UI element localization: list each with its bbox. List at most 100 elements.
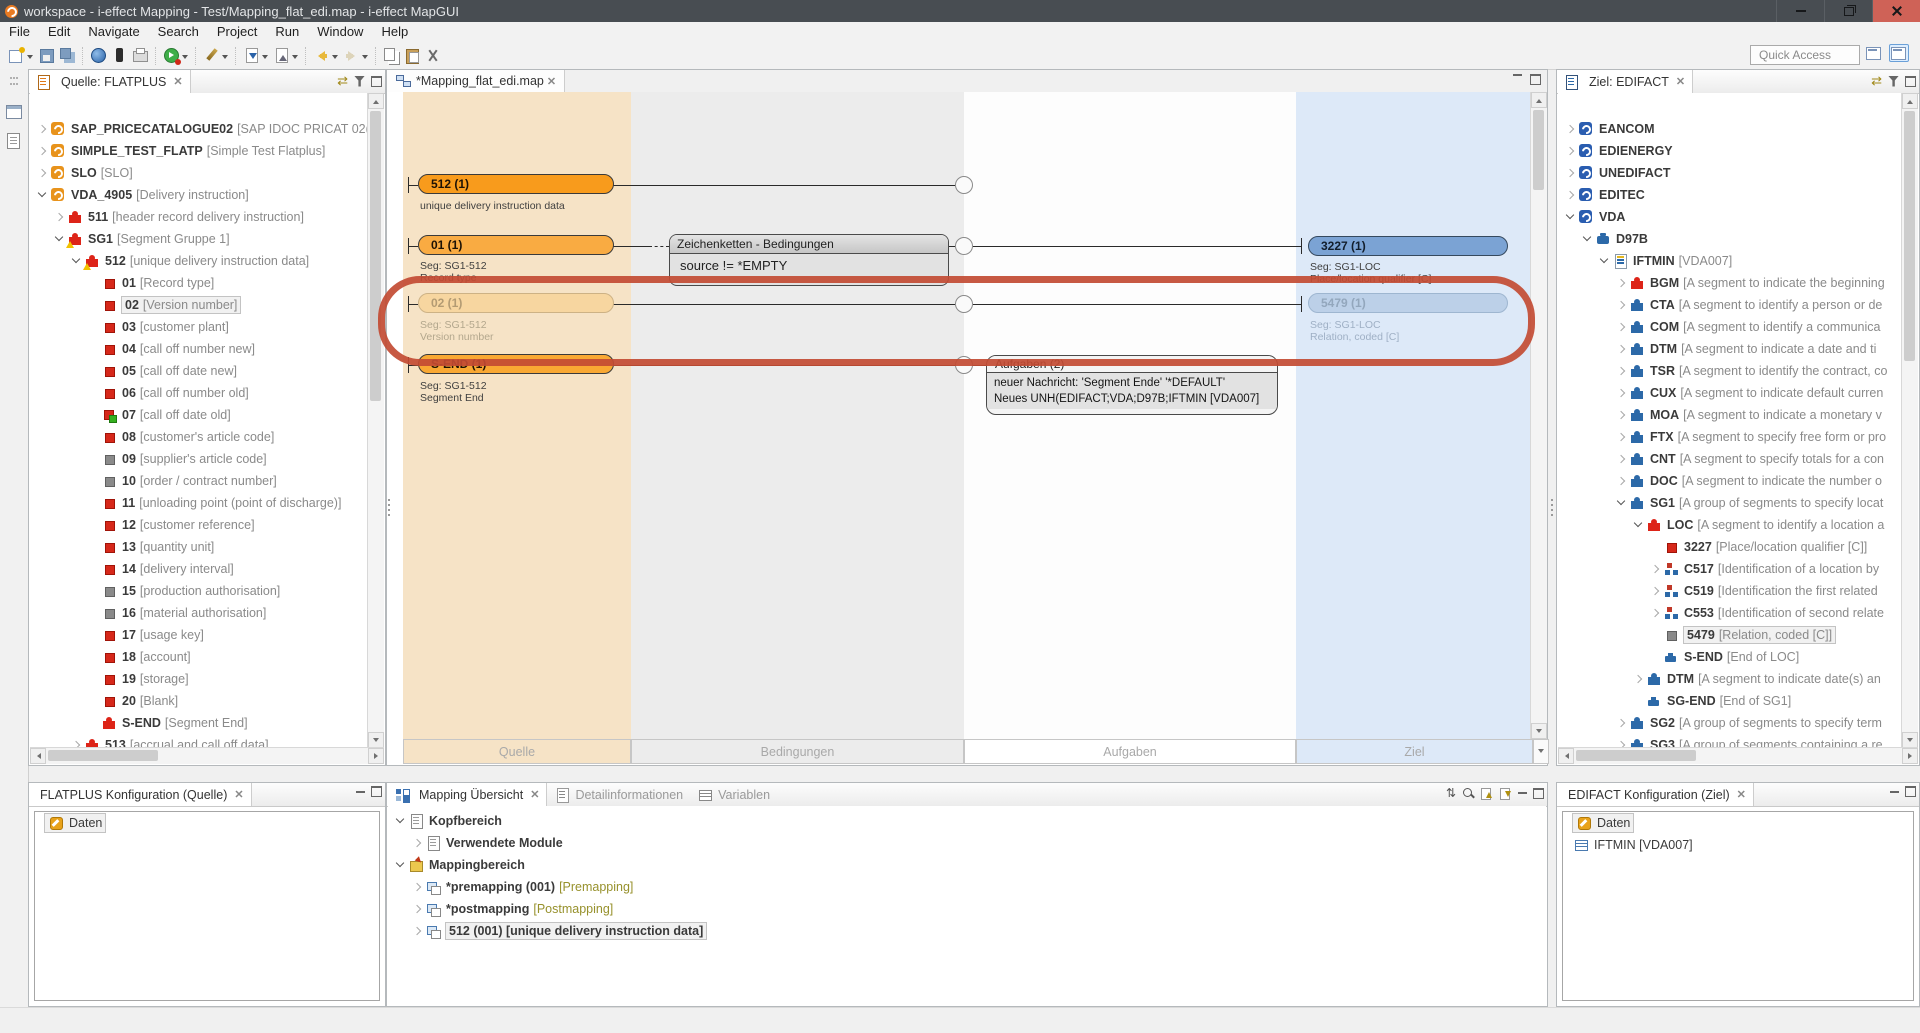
target-tree-item-cta[interactable]: CTA[A segment to identify a person or de <box>1558 294 1918 316</box>
copy-button[interactable] <box>381 45 402 67</box>
connection-point[interactable] <box>955 237 973 255</box>
source-tree-vscrollbar[interactable] <box>367 93 384 748</box>
chevron-right-icon[interactable] <box>1649 584 1663 598</box>
maximize-view-icon[interactable] <box>371 786 382 797</box>
footer-dropdown-button[interactable] <box>1533 739 1549 764</box>
close-icon[interactable]: ✕ <box>1737 788 1746 801</box>
source-tree-item-16[interactable]: 16[material authorisation] <box>30 602 384 624</box>
source-tree-item-513[interactable]: 513[accrual and call off data] <box>30 734 384 748</box>
target-tree-item-s-end[interactable]: S-END[End of LOC] <box>1558 646 1918 668</box>
tab-mapping-flat-edi[interactable]: *Mapping_flat_edi.map ✕ <box>387 70 565 92</box>
maximize-view-icon[interactable] <box>1533 788 1544 799</box>
chevron-right-icon[interactable] <box>1615 452 1629 466</box>
source-tree-hscrollbar[interactable] <box>30 747 384 764</box>
target-tree-item-c517[interactable]: C517[Identification of a location by <box>1558 558 1918 580</box>
source-tree-item-08[interactable]: 08[customer's article code] <box>30 426 384 448</box>
target-tree-item-cnt[interactable]: CNT[A segment to specify totals for a co… <box>1558 448 1918 470</box>
quick-access-input[interactable]: Quick Access <box>1750 45 1860 65</box>
paste-button[interactable] <box>402 45 423 67</box>
source-tree-item-11[interactable]: 11[unloading point (point of discharge)] <box>30 492 384 514</box>
overview-tree-item-mappingbereich[interactable]: Mappingbereich <box>388 854 1546 876</box>
chevron-right-icon[interactable] <box>1615 430 1629 444</box>
close-icon[interactable]: ✕ <box>530 788 539 801</box>
tab-target-edifact[interactable]: Ziel: EDIFACT ✕ <box>1557 70 1693 93</box>
source-tree-item-slo[interactable]: SLO[SLO] <box>30 162 384 184</box>
source-node-02[interactable]: 02 (1) <box>418 293 614 313</box>
tab-source-config[interactable]: FLATPLUS Konfiguration (Quelle) ✕ <box>29 783 252 806</box>
target-tree-item-edienergy[interactable]: EDIENERGY <box>1558 140 1918 162</box>
target-tree-item-ftx[interactable]: FTX[A segment to specify free form or pr… <box>1558 426 1918 448</box>
chevron-right-icon[interactable] <box>1615 276 1629 290</box>
close-icon[interactable]: ✕ <box>173 75 182 88</box>
chevron-down-icon[interactable] <box>1581 232 1595 246</box>
tab-target-config[interactable]: EDIFACT Konfiguration (Ziel) ✕ <box>1557 783 1754 806</box>
target-tree-item-dtm[interactable]: DTM[A segment to indicate a date and ti <box>1558 338 1918 360</box>
chevron-down-icon[interactable] <box>1598 254 1612 268</box>
target-tree-item-doc[interactable]: DOC[A segment to indicate the number o <box>1558 470 1918 492</box>
menu-project[interactable]: Project <box>208 22 266 42</box>
source-tree-item-03[interactable]: 03[customer plant] <box>30 316 384 338</box>
target-tree-item-editec[interactable]: EDITEC <box>1558 184 1918 206</box>
source-tree-item-02[interactable]: 02[Version number] <box>30 294 384 316</box>
cut-button[interactable] <box>423 45 444 67</box>
chevron-right-icon[interactable] <box>1615 298 1629 312</box>
close-window-button[interactable] <box>1872 0 1920 22</box>
target-tree-item-loc[interactable]: LOC[A segment to identify a location a <box>1558 514 1918 536</box>
left-sash-handle[interactable] <box>386 497 392 519</box>
run-button[interactable] <box>161 45 191 67</box>
device-button[interactable] <box>109 45 130 67</box>
minimize-view-icon[interactable] <box>356 788 365 793</box>
sort-icon[interactable]: ⇅ <box>1446 786 1456 800</box>
minimize-view-icon[interactable] <box>1518 789 1527 794</box>
source-tree-item-15[interactable]: 15[production authorisation] <box>30 580 384 602</box>
print-button[interactable] <box>130 45 151 67</box>
search-icon[interactable] <box>1462 787 1474 799</box>
target-node-5479[interactable]: 5479 (1) <box>1308 293 1508 313</box>
maximize-view-icon[interactable] <box>1530 74 1541 85</box>
chevron-right-icon[interactable] <box>1564 144 1578 158</box>
target-tree-vscrollbar[interactable] <box>1901 93 1918 748</box>
overview-tree-item--premapping-001-[interactable]: *premapping (001)[Premapping] <box>388 876 1546 898</box>
import-button[interactable] <box>241 45 271 67</box>
connection-point[interactable] <box>955 176 973 194</box>
source-tree-item-14[interactable]: 14[delivery interval] <box>30 558 384 580</box>
chevron-right-icon[interactable] <box>1615 474 1629 488</box>
filter-icon[interactable] <box>1888 76 1899 87</box>
chevron-right-icon[interactable] <box>53 210 67 224</box>
target-tree-item-sg2[interactable]: SG2[A group of segments to specify term <box>1558 712 1918 734</box>
target-tree-item-sg1[interactable]: SG1[A group of segments to specify locat <box>1558 492 1918 514</box>
task-box[interactable]: Aufgaben (2)neuer Nachricht: 'Segment En… <box>986 355 1278 415</box>
source-tree-item-sg1[interactable]: SG1[Segment Gruppe 1] <box>30 228 384 250</box>
target-tree-item-tsr[interactable]: TSR[A segment to identify the contract, … <box>1558 360 1918 382</box>
restore-view-icon[interactable] <box>6 105 22 119</box>
chevron-down-icon[interactable] <box>36 188 50 202</box>
new-button[interactable] <box>6 45 36 67</box>
chevron-down-icon[interactable] <box>1632 518 1646 532</box>
chevron-right-icon[interactable] <box>36 144 50 158</box>
source-tree-item-17[interactable]: 17[usage key] <box>30 624 384 646</box>
source-tree-item-04[interactable]: 04[call off number new] <box>30 338 384 360</box>
back-button[interactable] <box>311 45 341 67</box>
source-tree-item-05[interactable]: 05[call off date new] <box>30 360 384 382</box>
forward-button[interactable] <box>341 45 371 67</box>
chevron-right-icon[interactable] <box>36 122 50 136</box>
chevron-right-icon[interactable] <box>36 166 50 180</box>
chevron-right-icon[interactable] <box>411 880 425 894</box>
chevron-right-icon[interactable] <box>411 924 425 938</box>
target-tree-hscrollbar[interactable] <box>1558 747 1918 764</box>
target-tree-item-c553[interactable]: C553[Identification of second relate <box>1558 602 1918 624</box>
tab-detail-information[interactable]: Detailinformationen <box>547 783 690 806</box>
minimize-view-icon[interactable] <box>1890 788 1899 793</box>
target-tree-item-3227[interactable]: 3227[Place/location qualifier [C]] <box>1558 536 1918 558</box>
target-tree-item-sg3[interactable]: SG3[A group of segments containing a re <box>1558 734 1918 748</box>
chevron-down-icon[interactable] <box>394 814 408 828</box>
source-tree-item-18[interactable]: 18[account] <box>30 646 384 668</box>
source-tree-item-s-end[interactable]: S-END[Segment End] <box>30 712 384 734</box>
source-tree-item-vda-4905[interactable]: VDA_4905[Delivery instruction] <box>30 184 384 206</box>
menu-run[interactable]: Run <box>266 22 308 42</box>
target-tree-item-com[interactable]: COM[A segment to identify a communica <box>1558 316 1918 338</box>
source-node-s-end[interactable]: S-END (1) <box>418 354 614 374</box>
source-tree-item-511[interactable]: 511[header record delivery instruction] <box>30 206 384 228</box>
save-button[interactable] <box>36 45 57 67</box>
chevron-right-icon[interactable] <box>1564 166 1578 180</box>
